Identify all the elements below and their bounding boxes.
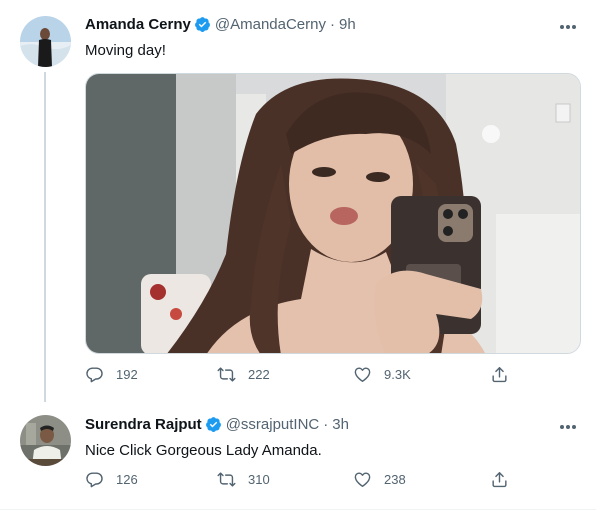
timestamp[interactable]: 9h bbox=[339, 16, 356, 33]
retweet-button[interactable]: 310 bbox=[217, 470, 270, 489]
reply-icon bbox=[86, 472, 103, 488]
more-dots-icon bbox=[560, 425, 576, 429]
display-name[interactable]: Surendra Rajput bbox=[85, 416, 202, 433]
share-icon bbox=[492, 472, 507, 488]
tweet-text: Nice Click Gorgeous Lady Amanda. bbox=[85, 442, 322, 459]
more-dots-icon bbox=[560, 25, 576, 29]
thread-line bbox=[44, 72, 46, 402]
heart-icon bbox=[354, 367, 371, 382]
separator-dot: · bbox=[329, 16, 335, 33]
avatar-image bbox=[20, 415, 71, 466]
tweet-header: Surendra Rajput @ssrajputINC · 3h bbox=[85, 416, 546, 433]
retweet-button[interactable]: 222 bbox=[217, 365, 270, 384]
handle[interactable]: @AmandaCerny bbox=[215, 16, 326, 33]
display-name[interactable]: Amanda Cerny bbox=[85, 16, 191, 33]
selfie-photo bbox=[86, 74, 580, 353]
retweet-icon bbox=[217, 367, 236, 382]
tweet-photo[interactable] bbox=[85, 73, 581, 354]
retweet-count: 310 bbox=[248, 472, 270, 487]
more-options-button[interactable] bbox=[556, 20, 580, 34]
tweet-actions: 126 310 238 bbox=[85, 470, 525, 494]
avatar[interactable] bbox=[20, 16, 71, 67]
heart-icon bbox=[354, 472, 371, 487]
reply-button[interactable]: 192 bbox=[85, 365, 138, 384]
tweet-actions: 192 222 9.3K bbox=[85, 365, 525, 389]
timestamp[interactable]: 3h bbox=[332, 416, 349, 433]
retweet-count: 222 bbox=[248, 367, 270, 382]
retweet-icon bbox=[217, 472, 236, 487]
tweet-amanda-cerny[interactable]: Amanda Cerny @AmandaCerny · 9h Moving da… bbox=[0, 0, 596, 405]
reply-count: 192 bbox=[116, 367, 138, 382]
more-options-button[interactable] bbox=[556, 420, 580, 434]
like-button[interactable]: 238 bbox=[353, 470, 406, 489]
avatar[interactable] bbox=[20, 415, 71, 466]
like-count: 238 bbox=[384, 472, 406, 487]
handle[interactable]: @ssrajputINC bbox=[226, 416, 320, 433]
separator-dot: · bbox=[323, 416, 329, 433]
verified-badge-icon bbox=[205, 417, 221, 432]
verified-badge-icon bbox=[194, 17, 210, 32]
tweet-text: Moving day! bbox=[85, 42, 166, 59]
like-button[interactable]: 9.3K bbox=[353, 365, 411, 384]
reply-button[interactable]: 126 bbox=[85, 470, 138, 489]
avatar-image bbox=[20, 16, 71, 67]
share-button[interactable] bbox=[490, 470, 521, 489]
tweet-surendra-rajput[interactable]: Surendra Rajput @ssrajputINC · 3h Nice C… bbox=[0, 405, 596, 510]
reply-count: 126 bbox=[116, 472, 138, 487]
tweet-header: Amanda Cerny @AmandaCerny · 9h bbox=[85, 16, 546, 33]
share-button[interactable] bbox=[490, 365, 521, 384]
like-count: 9.3K bbox=[384, 367, 411, 382]
share-icon bbox=[492, 367, 507, 383]
reply-icon bbox=[86, 367, 103, 383]
